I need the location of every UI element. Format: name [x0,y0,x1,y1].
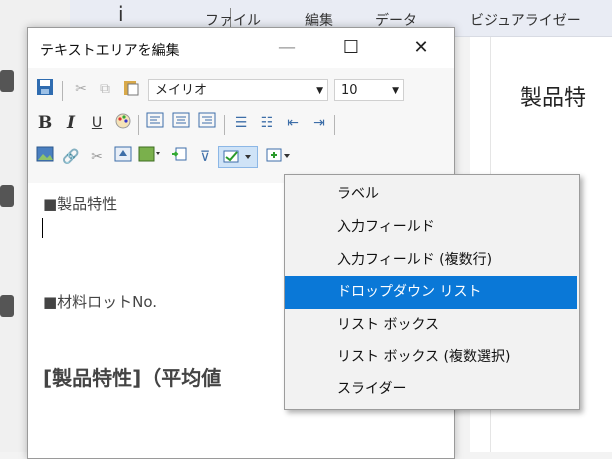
background-title: 製品特 [520,86,587,111]
indent-decrease-icon[interactable]: ⇤ [282,112,304,134]
image-icon[interactable] [34,146,56,168]
numbered-list-icon[interactable]: ☰ [230,112,252,134]
text-caret [42,218,43,238]
unlink-icon[interactable]: ✂ [86,146,108,168]
dialog-title: テキストエリアを編集 [40,43,180,59]
bold-button[interactable]: B [34,112,56,134]
align-left-icon[interactable] [144,112,166,134]
menu-item-slider[interactable]: スライダー [285,373,577,406]
color-palette-icon[interactable] [112,112,134,134]
toolbar-separator [62,81,63,101]
indent-increase-icon[interactable]: ⇥ [308,112,330,134]
menu-item-input-field[interactable]: 入力フィールド [285,211,577,244]
link-icon[interactable]: 🔗 [60,146,82,168]
table-icon[interactable] [138,146,160,168]
menu-item-dropdown-list[interactable]: ドロップダウン リスト [285,276,577,309]
paste-icon[interactable] [120,78,142,100]
copy-icon[interactable]: ⧉ [94,78,116,100]
toolbar-separator [334,115,335,135]
cut-icon[interactable]: ✂ [70,78,92,100]
info-icon[interactable]: i [118,2,124,26]
align-right-icon[interactable] [196,112,218,134]
filter-icon[interactable]: ⊽ [194,146,216,168]
close-button[interactable]: ✕ [398,28,444,68]
font-name-select[interactable]: メイリオ ▼ [148,79,328,101]
toolbar-row-2: B I U ☰ ☷ ⇤ ⇥ [34,112,448,138]
align-center-icon[interactable] [170,112,192,134]
italic-button[interactable]: I [60,112,82,134]
background-icon [0,70,14,92]
menu-item-input-field-multiline[interactable]: 入力フィールド (複数行) [285,244,577,277]
underline-button[interactable]: U [86,112,108,134]
bullet-list-icon[interactable]: ☷ [256,112,278,134]
font-size-value: 10 [341,83,358,98]
dialog-titlebar[interactable]: テキストエリアを編集 — ☐ ✕ [28,28,454,68]
save-icon[interactable] [34,78,56,100]
font-size-select[interactable]: 10 ▼ [334,79,404,101]
menu-item-list-box-multiselect[interactable]: リスト ボックス (複数選択) [285,341,577,374]
maximize-button[interactable]: ☐ [328,28,374,68]
menu-visualization[interactable]: ビジュアライゼー [470,10,581,30]
editor-line-product-characteristics: ■製品特性 [43,195,118,213]
font-name-value: メイリオ [155,83,208,98]
toolbar-row-3: 🔗 ✂ ⊽ [34,146,448,172]
toolbar-row-1: ✂ ⧉ メイリオ ▼ 10 ▼ [34,78,448,104]
background-icon [0,185,14,207]
minimize-button[interactable]: — [264,28,310,68]
editor-line-material-lot: ■材料ロットNo. [43,293,158,311]
insert-field-icon[interactable] [168,146,190,168]
editor-heading: [製品特性]（平均値 [43,366,222,390]
chevron-down-icon: ▼ [392,86,399,96]
menu-item-list-box[interactable]: リスト ボックス [285,309,577,342]
background-icon [0,295,14,317]
editor-toolbar: ✂ ⧉ メイリオ ▼ 10 ▼ B I U ☰ ☷ ⇤ ⇥ 🔗 ✂ ⊽ [28,68,454,183]
insert-control-menu: ラベル 入力フィールド 入力フィールド (複数行) ドロップダウン リスト リス… [284,174,580,410]
insert-more-dropdown-button[interactable] [264,146,294,168]
fill-icon[interactable] [112,146,134,168]
toolbar-separator [224,115,225,135]
toolbar-separator [138,115,139,135]
chevron-down-icon: ▼ [316,86,323,96]
insert-control-dropdown-button[interactable] [218,146,258,168]
menu-item-label[interactable]: ラベル [285,178,577,211]
